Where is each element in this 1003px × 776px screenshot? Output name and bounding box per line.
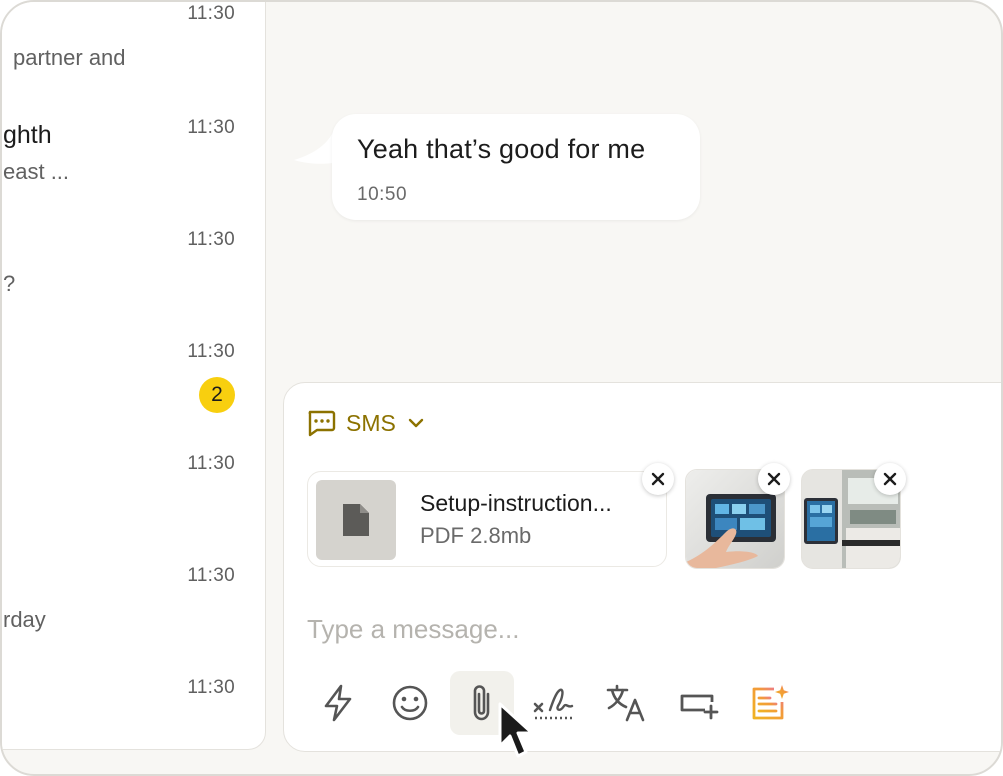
conversation-preview: ? [3,271,16,296]
document-icon [343,504,369,536]
chevron-down-icon [406,413,426,433]
close-icon [767,472,781,486]
conversation-time: 11:30 [187,117,235,138]
conversation-preview: partner and [13,45,126,70]
conversation-time: 11:30 [187,3,235,24]
message-input[interactable] [307,611,947,647]
ai-sparkle-icon [752,685,789,720]
unread-badge: 2 [199,377,235,413]
conversation-list: 11:30 partner and 11:30 ghth east ... 11… [2,2,266,750]
conversation-time: 11:30 [187,565,235,586]
conversation-time: 11:30 [187,453,235,474]
file-meta: PDF 2.8mb [420,523,532,548]
conversation-preview: east ... [3,159,70,184]
message-square-icon [306,409,336,437]
channel-label: SMS [346,409,396,436]
conversation-item[interactable]: 11:30 ? [2,217,265,329]
remove-image-button[interactable] [758,463,790,495]
file-attachment[interactable]: Setup-instruction... PDF 2.8mb [307,471,667,567]
file-thumbnail [316,480,396,560]
remove-image-button[interactable] [874,463,906,495]
conversation-preview: rday [3,607,46,632]
mouse-cursor-icon [498,702,534,758]
file-name: Setup-instruction... [420,490,612,516]
conversation-time: 11:30 [187,229,235,250]
translate-icon [606,684,645,722]
paperclip-icon [473,685,490,721]
translate-button[interactable] [594,671,658,735]
quick-reply-button[interactable] [306,671,370,735]
conversation-item[interactable]: 11:30 partner and [2,2,265,105]
message-time: 10:50 [357,184,408,205]
message-text: Yeah that’s good for me [357,134,646,164]
conversation-time: 11:30 [187,341,235,362]
channel-selector[interactable]: SMS [306,407,426,439]
conversation-item[interactable]: 11:30 [2,441,265,553]
app-window: 11:30 partner and 11:30 ghth east ... 11… [0,0,1003,776]
conversation-item[interactable]: 11:30 ghth east ... [2,105,265,217]
conversation-item[interactable]: 11:30 [2,665,265,749]
close-icon [651,472,665,486]
message-composer: SMS Setup-instruction... PDF 2.8mb [283,382,1001,752]
add-field-icon [680,694,719,720]
remove-file-button[interactable] [642,463,674,495]
conversation-item[interactable]: 11:30 2 [2,329,265,441]
emoji-button[interactable] [378,671,442,735]
close-icon [883,472,897,486]
conversation-item[interactable]: 11:30 rday [2,553,265,665]
lightning-icon [324,684,352,722]
ai-assist-button[interactable] [738,671,802,735]
conversation-time: 11:30 [187,677,235,698]
conversation-name: ghth [3,121,52,149]
message-bubble: Yeah that’s good for me 10:50 [332,114,700,220]
emoji-icon [392,685,428,721]
insert-field-button[interactable] [666,671,730,735]
